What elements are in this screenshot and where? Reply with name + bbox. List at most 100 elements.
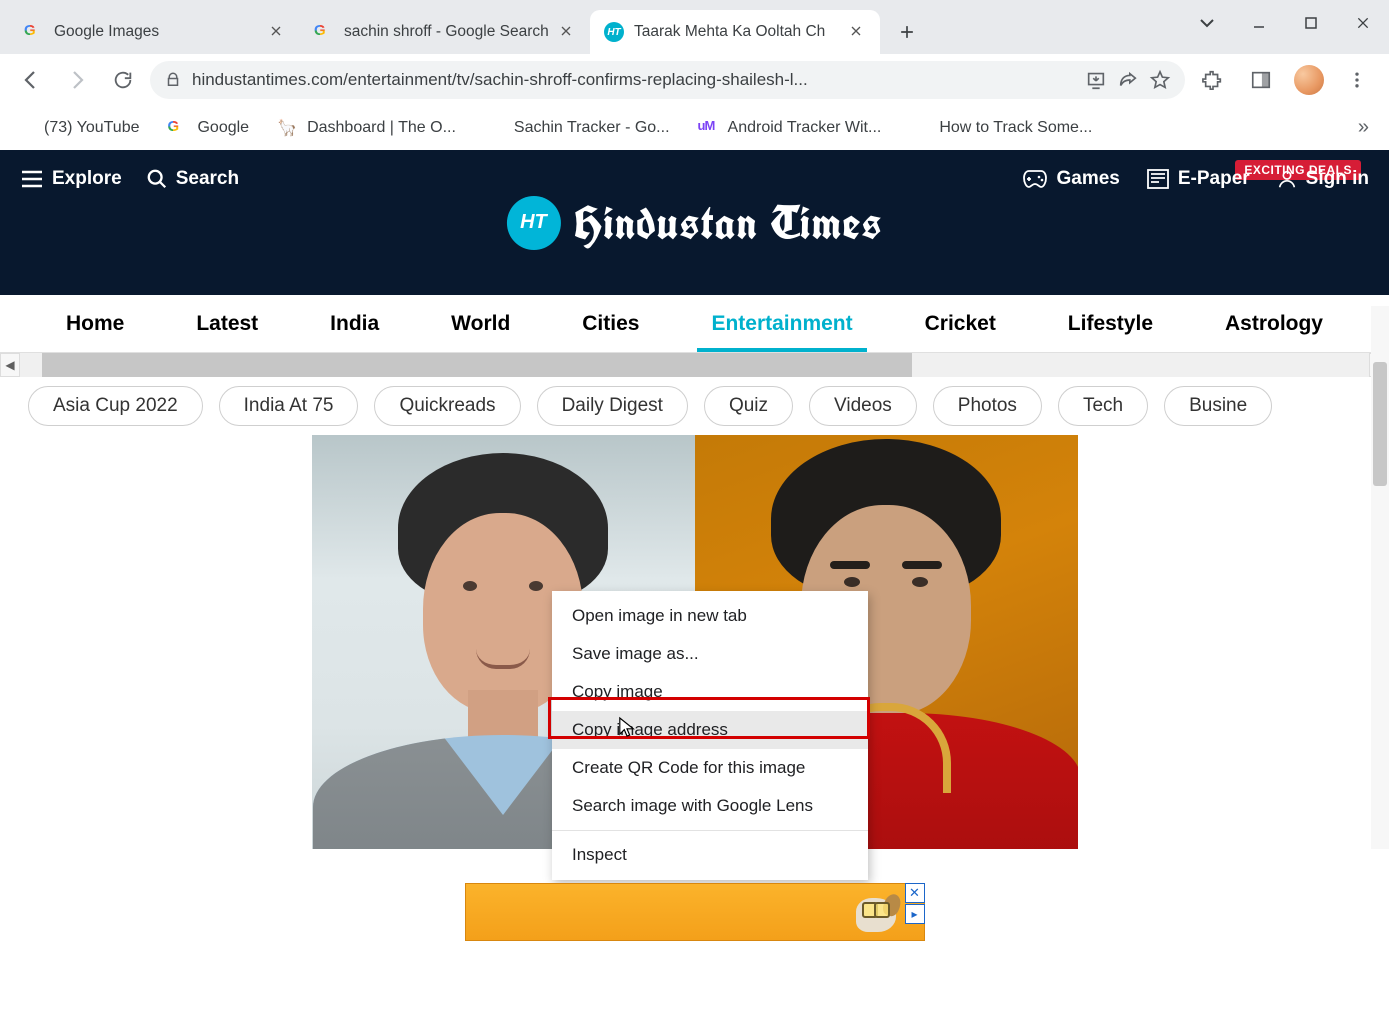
nav-world[interactable]: World xyxy=(445,295,516,352)
ctx-inspect[interactable]: Inspect xyxy=(552,836,868,874)
epaper-link[interactable]: E-Paper xyxy=(1146,168,1250,190)
ctx-label: Create QR Code for this image xyxy=(572,758,805,777)
browser-tabs: G Google Images G sachin shroff - Google… xyxy=(0,2,1181,54)
topic-pill[interactable]: Quickreads xyxy=(374,386,520,426)
topic-pill[interactable]: India At 75 xyxy=(219,386,359,426)
context-menu: Open image in new tab Save image as... C… xyxy=(552,591,868,880)
bookmark-label: Sachin Tracker - Go... xyxy=(514,119,670,137)
ctx-open-new-tab[interactable]: Open image in new tab xyxy=(552,597,868,635)
profile-avatar[interactable] xyxy=(1289,60,1329,100)
signin-link[interactable]: Sign in xyxy=(1276,168,1369,190)
explore-button[interactable]: Explore xyxy=(20,168,122,190)
nav-cricket[interactable]: Cricket xyxy=(919,295,1002,352)
nav-lifestyle[interactable]: Lifestyle xyxy=(1062,295,1159,352)
minimize-button[interactable] xyxy=(1233,6,1285,40)
ctx-save-image-as[interactable]: Save image as... xyxy=(552,635,868,673)
horizontal-scrollbar[interactable]: ◀ ▶ xyxy=(0,353,1389,377)
close-icon[interactable] xyxy=(268,23,286,41)
bookmark-item[interactable]: 🦙 Dashboard | The O... xyxy=(277,118,456,138)
user-icon xyxy=(1276,168,1298,190)
topic-pill[interactable]: Busine xyxy=(1164,386,1272,426)
maximize-button[interactable] xyxy=(1285,6,1337,40)
topic-pill[interactable]: Videos xyxy=(809,386,917,426)
topic-pill[interactable]: Asia Cup 2022 xyxy=(28,386,203,426)
topic-pill[interactable]: Daily Digest xyxy=(537,386,688,426)
ctx-search-google-lens[interactable]: Search image with Google Lens xyxy=(552,787,868,825)
nav-label: Latest xyxy=(196,312,258,336)
forward-button[interactable] xyxy=(58,61,96,99)
pill-label: Daily Digest xyxy=(562,395,663,416)
bookmark-item[interactable]: (73) YouTube xyxy=(14,118,139,138)
umobix-icon: uM xyxy=(698,118,718,138)
ad-dog-illustration xyxy=(850,892,896,932)
hscroll-track[interactable] xyxy=(20,353,1369,377)
hamburger-icon xyxy=(20,169,44,189)
nav-latest[interactable]: Latest xyxy=(190,295,264,352)
omnibox[interactable]: hindustantimes.com/entertainment/tv/sach… xyxy=(150,61,1185,99)
ctx-label: Inspect xyxy=(572,845,627,864)
ctx-label: Save image as... xyxy=(572,644,699,663)
nav-entertainment[interactable]: Entertainment xyxy=(705,295,858,352)
window-close-button[interactable] xyxy=(1337,6,1389,40)
vscroll-thumb[interactable] xyxy=(1373,362,1387,486)
browser-tab[interactable]: G Google Images xyxy=(10,10,300,54)
close-icon[interactable] xyxy=(848,23,866,41)
sidepanel-icon[interactable] xyxy=(1241,60,1281,100)
page-vertical-scrollbar[interactable] xyxy=(1371,306,1389,849)
nav-label: Cities xyxy=(582,312,639,336)
search-icon xyxy=(146,168,168,190)
ctx-copy-image-address[interactable]: Copy image address xyxy=(552,711,868,749)
ad-info-icon[interactable]: ▸ xyxy=(905,904,925,924)
nav-label: World xyxy=(451,312,510,336)
bookmark-label: Dashboard | The O... xyxy=(307,119,456,137)
new-tab-button[interactable] xyxy=(890,15,924,49)
pill-label: Asia Cup 2022 xyxy=(53,395,178,416)
nav-india[interactable]: India xyxy=(324,295,385,352)
browser-tab-active[interactable]: HT Taarak Mehta Ka Ooltah Ch xyxy=(590,10,880,54)
pill-label: Photos xyxy=(958,395,1017,416)
pill-label: Videos xyxy=(834,395,892,416)
nav-label: Cricket xyxy=(925,312,996,336)
topic-pill[interactable]: Photos xyxy=(933,386,1042,426)
tab-search-button[interactable] xyxy=(1181,6,1233,40)
brand-wordmark: Hindustan Times xyxy=(574,193,882,253)
bookmark-star-icon[interactable] xyxy=(1149,69,1171,91)
nav-cities[interactable]: Cities xyxy=(576,295,645,352)
kebab-menu-icon[interactable] xyxy=(1337,60,1377,100)
back-button[interactable] xyxy=(12,61,50,99)
bookmarks-overflow-icon[interactable]: » xyxy=(1352,116,1375,139)
lock-icon xyxy=(164,71,182,89)
topic-pill[interactable]: Tech xyxy=(1058,386,1148,426)
close-icon[interactable] xyxy=(558,23,576,41)
search-button[interactable]: Search xyxy=(146,168,239,190)
bookmark-label: Android Tracker Wit... xyxy=(728,119,882,137)
pill-label: Quickreads xyxy=(399,395,495,416)
ctx-copy-image[interactable]: Copy image xyxy=(552,673,868,711)
search-label: Search xyxy=(176,168,239,190)
games-label: Games xyxy=(1056,168,1119,190)
install-app-icon[interactable] xyxy=(1085,69,1107,91)
topic-pill[interactable]: Quiz xyxy=(704,386,793,426)
ctx-create-qr[interactable]: Create QR Code for this image xyxy=(552,749,868,787)
scroll-left-icon[interactable]: ◀ xyxy=(0,353,20,377)
ad-close-icon[interactable]: ✕ xyxy=(905,883,925,903)
bookmark-label: How to Track Some... xyxy=(939,119,1092,137)
extensions-icon[interactable] xyxy=(1193,60,1233,100)
nav-home[interactable]: Home xyxy=(60,295,130,352)
browser-tab[interactable]: G sachin shroff - Google Search xyxy=(300,10,590,54)
ad-banner[interactable]: ✕ ▸ xyxy=(465,883,925,941)
tab-title: sachin shroff - Google Search xyxy=(344,23,552,41)
share-icon[interactable] xyxy=(1117,69,1139,91)
hscroll-thumb[interactable] xyxy=(42,353,912,377)
games-link[interactable]: Games xyxy=(1022,168,1119,190)
bookmark-item[interactable]: Sachin Tracker - Go... xyxy=(484,118,670,138)
bookmark-item[interactable]: G Google xyxy=(167,118,249,138)
bookmark-item[interactable]: How to Track Some... xyxy=(909,118,1092,138)
sheets-icon xyxy=(484,118,504,138)
nav-astrology[interactable]: Astrology xyxy=(1219,295,1329,352)
newspaper-icon xyxy=(1146,168,1170,190)
site-logo[interactable]: HT Hindustan Times xyxy=(506,193,882,253)
bookmark-item[interactable]: uM Android Tracker Wit... xyxy=(698,118,882,138)
reload-button[interactable] xyxy=(104,61,142,99)
google-favicon-icon: G xyxy=(24,22,44,42)
